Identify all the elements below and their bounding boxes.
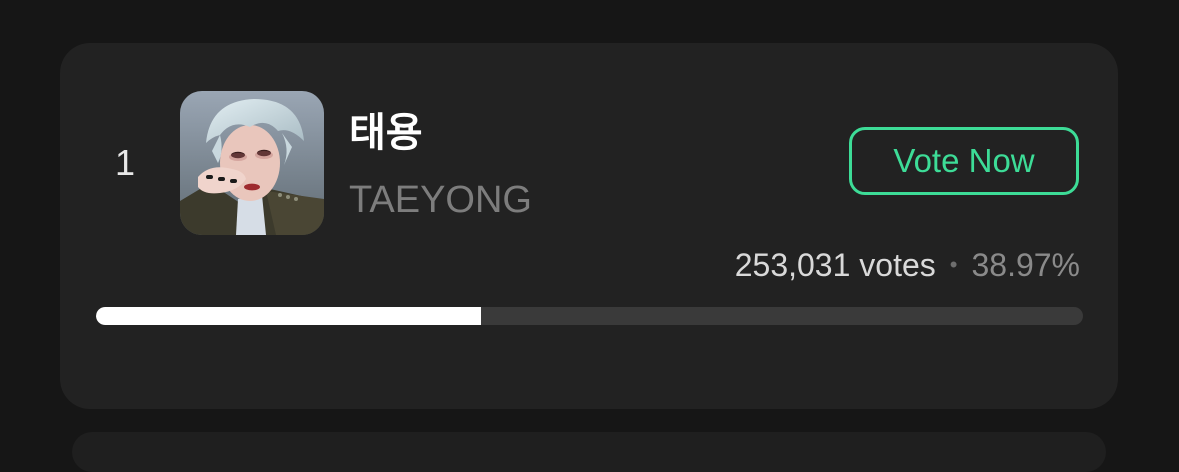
vote-progress-fill [96,307,481,325]
vote-stats: 253,031 votes • 38.97% [735,245,1080,289]
artist-avatar [180,91,324,235]
vote-count: 253,031 votes [734,247,936,283]
vote-progress-bar [96,307,1083,325]
rank-number: 1 [114,142,136,183]
artist-name-korean: 태용 [349,110,423,156]
vote-percentage: 38.97% [971,247,1080,283]
separator-dot: • [949,252,958,277]
vote-now-button[interactable]: Vote Now [849,127,1079,195]
next-ranking-card [72,432,1106,472]
artist-photo [180,91,324,235]
artist-name-english: TAEYONG [349,179,532,221]
